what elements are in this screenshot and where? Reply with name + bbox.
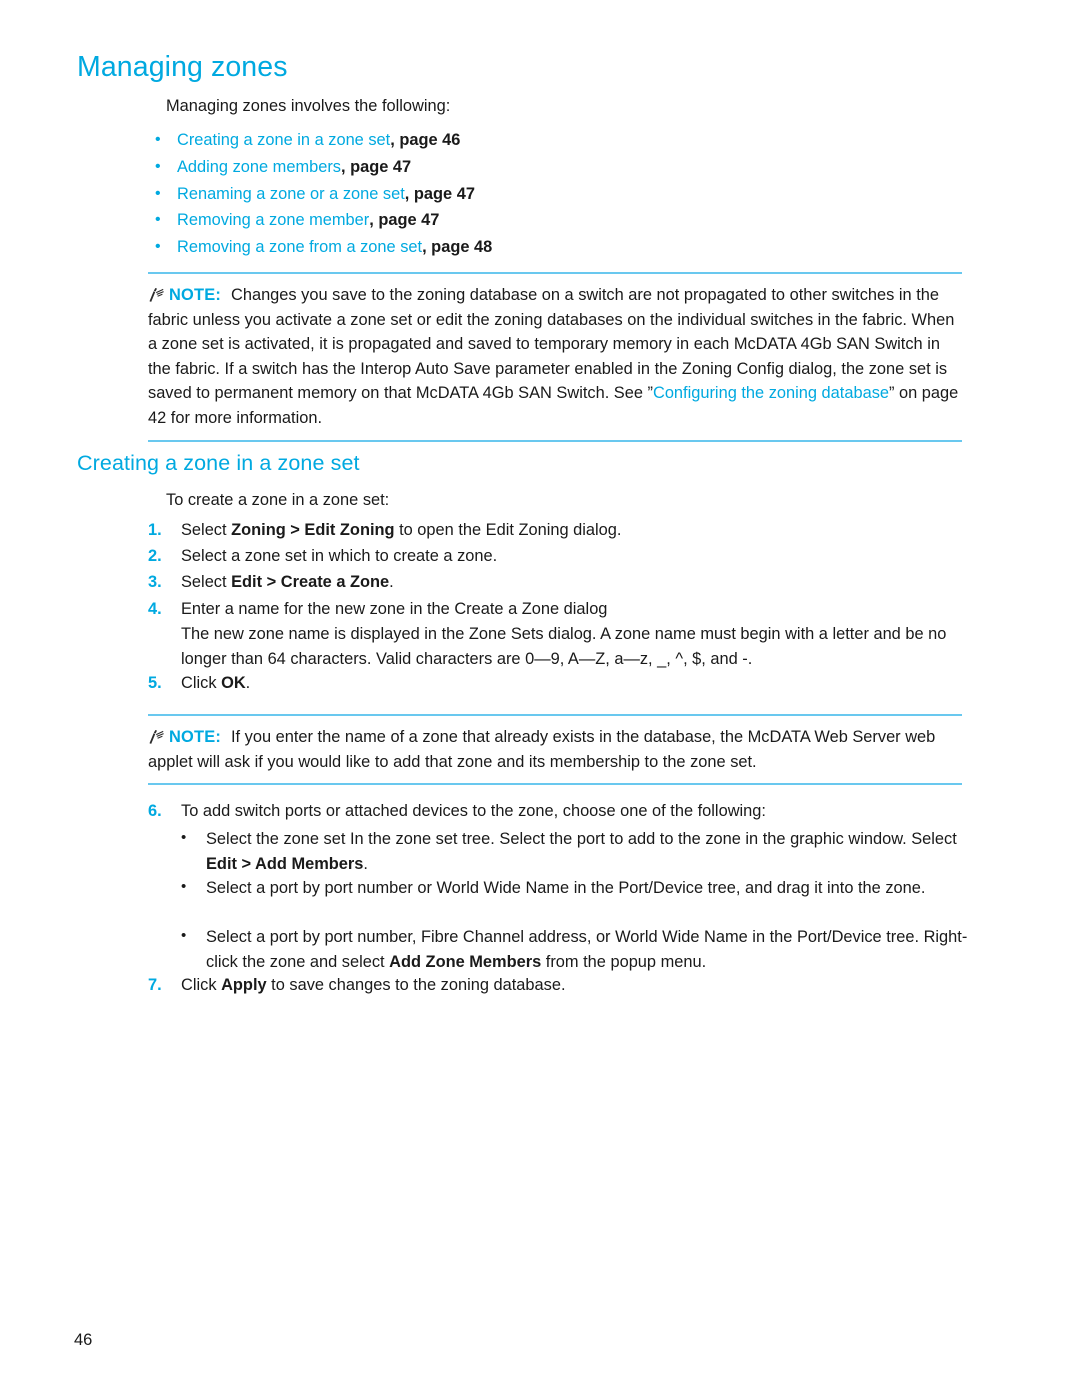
toc-link-page: , page 47	[404, 184, 475, 203]
step-text-post: to save changes to the zoning database.	[266, 976, 566, 994]
toc-link-page: , page 47	[341, 157, 412, 176]
step-text-bold: Apply	[221, 976, 267, 994]
toc-link-page: , page 47	[369, 211, 440, 230]
step-text: Select Zoning > Edit Zoning to open the …	[181, 518, 968, 543]
note-pencil-icon	[148, 285, 165, 302]
toc-link-label[interactable]: Adding zone members, page 47	[177, 154, 411, 181]
step-number: 4.	[148, 600, 162, 618]
note-label: NOTE:	[169, 286, 221, 304]
sub-bullet-text: Select the zone set In the zone set tree…	[206, 827, 963, 876]
list-item[interactable]: • Renaming a zone or a zone set, page 47	[155, 181, 975, 208]
note-body: NOTE: If you enter the name of a zone tha…	[148, 716, 962, 774]
page-title: Managing zones	[77, 51, 288, 83]
step-number: 7.	[148, 976, 162, 994]
sub-bullet-text: Select a port by port number, Fibre Chan…	[206, 925, 971, 974]
bullet-icon: •	[155, 131, 161, 148]
managing-zones-intro: Managing zones involves the following:	[166, 97, 451, 115]
toc-link-label[interactable]: Renaming a zone or a zone set, page 47	[177, 181, 475, 208]
sub-bullet-post: from the popup menu.	[541, 952, 707, 971]
note-body: NOTE: Changes you save to the zoning data…	[148, 274, 962, 431]
list-item[interactable]: • Creating a zone in a zone set, page 46	[155, 127, 975, 154]
step-number: 1.	[148, 521, 162, 539]
step-text-pre: Select	[181, 521, 232, 539]
bullet-icon: •	[181, 878, 187, 895]
list-item: 7. Click Apply to save changes to the zo…	[148, 973, 968, 998]
step4-paragraph: The new zone name is displayed in the Zo…	[181, 625, 947, 668]
list-item: • Select a port by port number, Fibre Ch…	[181, 925, 971, 974]
step-number: 6.	[148, 802, 162, 820]
toc-link-label[interactable]: Removing a zone member, page 47	[177, 207, 439, 234]
list-item: 5. Click OK.	[148, 671, 968, 696]
toc-link-title[interactable]: Renaming a zone or a zone set	[177, 185, 405, 203]
note-bottom-rule	[148, 783, 962, 786]
note-bottom-rule	[148, 439, 962, 442]
toc-link-title[interactable]: Creating a zone in a zone set	[177, 131, 390, 149]
list-item: 3. Select Edit > Create a Zone.	[148, 570, 968, 595]
sub-bullet-post: .	[363, 854, 368, 873]
list-item: 2. Select a zone set in which to create …	[148, 544, 968, 569]
sub-bullet-text: Select a port by port number or World Wi…	[206, 876, 963, 901]
step-number: 2.	[148, 547, 162, 565]
section-heading-creating-zone: Creating a zone in a zone set	[77, 451, 360, 475]
list-item: 6. To add switch ports or attached devic…	[148, 799, 968, 824]
sub-bullet-pre: Select the zone set In the zone set tree…	[206, 830, 957, 848]
step-text-bold: OK	[221, 674, 246, 692]
bullet-icon: •	[155, 184, 161, 202]
list-item[interactable]: • Adding zone members, page 47	[155, 154, 975, 181]
sub-bullet-pre: Select a port by port number or World Wi…	[206, 879, 926, 897]
step-text-pre: Select a zone set in which to create a z…	[181, 547, 498, 565]
toc-link-page: , page 48	[422, 238, 493, 257]
step-text: Click Apply to save changes to the zonin…	[181, 973, 968, 998]
toc-link-label[interactable]: Creating a zone in a zone set, page 46	[177, 127, 460, 154]
step-text-pre: Select	[181, 573, 232, 591]
bullet-icon: •	[181, 829, 187, 846]
list-item: • Select a port by port number or World …	[181, 876, 963, 901]
list-item[interactable]: • Removing a zone member, page 47	[155, 207, 975, 234]
step-text: Click OK.	[181, 671, 968, 696]
note-label: NOTE:	[169, 728, 221, 746]
note-block-1: NOTE: Changes you save to the zoning data…	[148, 272, 962, 442]
toc-link-title[interactable]: Removing a zone from a zone set	[177, 238, 422, 256]
step-text: Enter a name for the new zone in the Cre…	[181, 597, 968, 622]
step-text: Select Edit > Create a Zone.	[181, 570, 968, 595]
step-text: To add switch ports or attached devices …	[181, 802, 766, 820]
note-pencil-icon	[148, 727, 165, 744]
toc-link-page: , page 46	[390, 131, 461, 149]
sub-bullet-bold: Edit > Add Members	[206, 854, 364, 873]
sub-bullet-bold: Add Zone Members	[389, 952, 542, 971]
toc-link-label[interactable]: Removing a zone from a zone set, page 48	[177, 234, 492, 261]
step-text: Select a zone set in which to create a z…	[181, 544, 968, 569]
step-text-post: .	[389, 573, 394, 591]
document-page: Managing zones Managing zones involves t…	[0, 0, 1080, 1397]
step-number: 5.	[148, 674, 162, 692]
creating-zone-intro: To create a zone in a zone set:	[166, 491, 390, 509]
page-number: 46	[74, 1331, 93, 1349]
step-text-bold: Edit > Create a Zone	[231, 573, 390, 591]
bullet-icon: •	[155, 157, 161, 175]
bullet-icon: •	[181, 927, 187, 944]
step-text-post: .	[245, 674, 251, 692]
step-number: 3.	[148, 573, 162, 591]
note-text: If you enter the name of a zone that alr…	[148, 728, 936, 771]
bullet-icon: •	[155, 238, 161, 256]
toc-link-title[interactable]: Removing a zone member	[177, 211, 369, 229]
step-text-bold: Zoning > Edit Zoning	[231, 521, 395, 539]
list-item[interactable]: • Removing a zone from a zone set, page …	[155, 234, 975, 261]
note-block-2: NOTE: If you enter the name of a zone tha…	[148, 714, 962, 786]
step-text-post: to open the Edit Zoning dialog.	[394, 521, 622, 539]
list-item: • Select the zone set In the zone set tr…	[181, 827, 963, 876]
step-text-pre: Enter a name for the new zone in the Cre…	[181, 600, 608, 618]
toc-link-title[interactable]: Adding zone members	[177, 158, 341, 176]
bullet-icon: •	[155, 211, 161, 229]
step-text-pre: Click	[181, 976, 222, 994]
step-text-pre: Click	[181, 674, 222, 692]
note-inline-link[interactable]: Configuring the zoning database	[653, 384, 889, 402]
list-item: 4. Enter a name for the new zone in the …	[148, 597, 968, 622]
managing-zones-link-list: • Creating a zone in a zone set, page 46…	[155, 127, 975, 261]
list-item: 1. Select Zoning > Edit Zoning to open t…	[148, 518, 968, 543]
